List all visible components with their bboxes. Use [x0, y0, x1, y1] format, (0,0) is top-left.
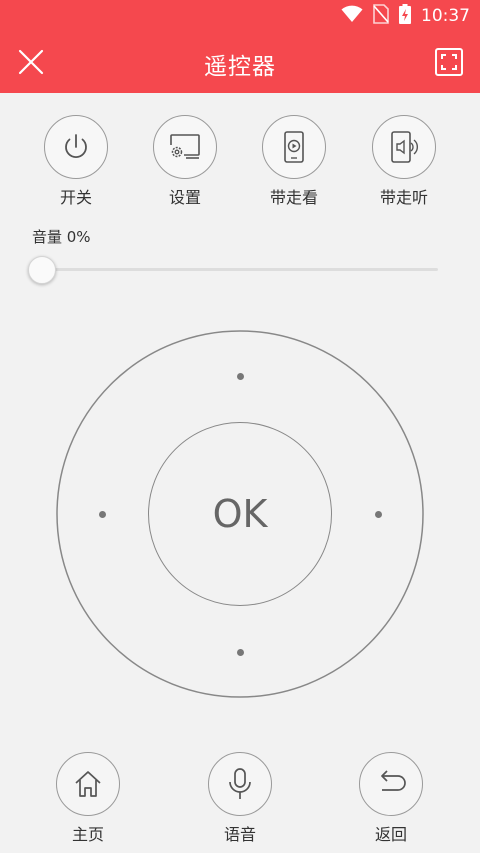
settings-button[interactable]: 设置 — [145, 115, 225, 208]
phone-play-icon — [284, 131, 304, 163]
dpad-down-button[interactable] — [220, 632, 260, 672]
volume-slider[interactable] — [28, 256, 440, 284]
power-button-circle[interactable] — [44, 115, 108, 179]
status-bar: 10:37 — [341, 3, 470, 29]
settings-screen-icon — [170, 134, 200, 159]
right-dot-icon — [374, 510, 382, 518]
voice-button-circle[interactable] — [208, 752, 272, 816]
volume-label: 音量 0% — [32, 228, 91, 246]
dpad-up-button[interactable] — [220, 356, 260, 396]
volume-slider-thumb[interactable] — [28, 256, 56, 284]
home-icon — [75, 771, 101, 797]
power-button[interactable]: 开关 — [36, 115, 116, 208]
microphone-icon — [229, 768, 251, 799]
back-button-circle[interactable] — [359, 752, 423, 816]
function-row: 开关 设置 带走看 带走听 — [0, 115, 480, 208]
home-button[interactable]: 主页 — [48, 752, 128, 845]
fullscreen-button[interactable] — [434, 47, 464, 77]
down-dot-icon — [236, 648, 244, 656]
dpad-right-button[interactable] — [358, 494, 398, 534]
home-label: 主页 — [71, 825, 104, 844]
app-header: 10:37 遥控器 — [0, 0, 480, 93]
listen-on-phone-label: 带走听 — [379, 188, 428, 207]
back-label: 返回 — [374, 825, 407, 844]
power-label: 开关 — [59, 188, 92, 207]
fullscreen-icon — [435, 48, 463, 76]
dpad-left-button[interactable] — [82, 494, 122, 534]
ok-button[interactable]: OK — [148, 422, 332, 606]
voice-button[interactable]: 语音 — [200, 752, 280, 845]
no-sim-icon — [373, 3, 389, 29]
title-bar: 遥控器 — [0, 35, 480, 93]
watch-on-phone-circle[interactable] — [262, 115, 326, 179]
left-dot-icon — [98, 510, 106, 518]
volume-slider-track[interactable] — [42, 268, 438, 271]
back-button[interactable]: 返回 — [351, 752, 431, 845]
watch-on-phone-button[interactable]: 带走看 — [254, 115, 334, 208]
home-button-circle[interactable] — [56, 752, 120, 816]
settings-label: 设置 — [168, 188, 201, 207]
clock: 10:37 — [421, 6, 470, 26]
voice-label: 语音 — [223, 825, 256, 844]
wifi-icon — [341, 5, 363, 28]
listen-on-phone-circle[interactable] — [372, 115, 436, 179]
watch-on-phone-label: 带走看 — [269, 188, 318, 207]
back-arrow-icon — [381, 770, 406, 791]
direction-pad: OK — [56, 330, 424, 698]
phone-speaker-icon — [391, 131, 418, 163]
listen-on-phone-button[interactable]: 带走听 — [364, 115, 444, 208]
settings-button-circle[interactable] — [153, 115, 217, 179]
power-icon — [65, 134, 87, 158]
page-title: 遥控器 — [204, 54, 276, 80]
battery-charging-icon — [399, 3, 411, 29]
bottom-row: 主页 语音 返回 — [0, 752, 480, 845]
up-dot-icon — [236, 372, 244, 380]
